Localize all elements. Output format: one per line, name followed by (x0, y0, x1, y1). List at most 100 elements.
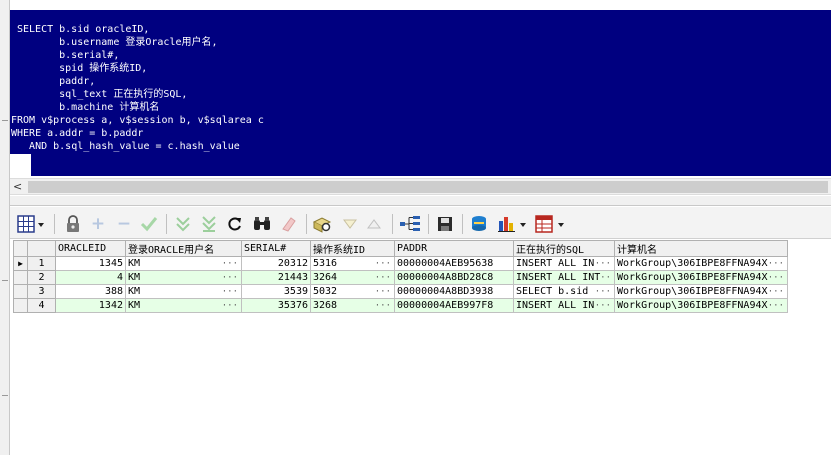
table-row[interactable]: 3 388 KM ··· 3539 5032 ··· 00000004A8BD393… (13, 284, 788, 299)
cell-spid-value: 3264 (313, 271, 338, 283)
cell-machine-value: WorkGroup\306IBPE8FFNA94X (617, 257, 768, 269)
cell-paddr[interactable]: 00000004A8BD3938 (394, 284, 514, 299)
scroll-left-button[interactable]: < (13, 180, 25, 194)
fetch-next-page-button[interactable] (172, 213, 194, 235)
cell-serial[interactable]: 35376 (241, 298, 311, 313)
cell-oracleid[interactable]: 4 (55, 270, 126, 285)
cell-oracleid[interactable]: 1345 (55, 256, 126, 271)
toolbar-separator (54, 214, 55, 234)
table-row[interactable]: 4 1342 KM ··· 35376 3268 ··· 00000004AEB99… (13, 298, 788, 313)
cell-edit-ellipsis[interactable]: ··· (595, 272, 611, 284)
table-row[interactable]: 2 4 KM ··· 21443 3264 ··· 00000004A8BD28C8… (13, 270, 788, 285)
cell-username-value: KM (128, 285, 141, 297)
cell-edit-ellipsis[interactable]: ··· (595, 258, 611, 270)
column-header-oracleid[interactable]: ORACLEID (55, 240, 126, 257)
cell-spid[interactable]: 5316 ··· (310, 256, 395, 271)
post-changes-button[interactable] (138, 213, 160, 235)
lock-icon (67, 215, 79, 232)
find-button[interactable] (250, 213, 274, 235)
cell-username[interactable]: KM ··· (125, 270, 242, 285)
sql-line: b.username 登录Oracle用户名, (17, 37, 218, 48)
cell-edit-ellipsis[interactable]: ··· (768, 286, 784, 298)
cell-spid[interactable]: 3268 ··· (310, 298, 395, 313)
cell-edit-ellipsis[interactable]: ··· (768, 272, 784, 284)
cell-paddr[interactable]: 00000004AEB95638 (394, 256, 514, 271)
chart-icon (498, 217, 526, 232)
cell-username[interactable]: KM ··· (125, 298, 242, 313)
cell-oracleid[interactable]: 388 (55, 284, 126, 299)
cell-machine[interactable]: WorkGroup\306IBPE8FFNA94X ··· (614, 256, 788, 271)
cell-sql-text[interactable]: SELECT b.sid ··· (513, 284, 615, 299)
cell-paddr[interactable]: 00000004AEB997F8 (394, 298, 514, 313)
column-header-spid[interactable]: 操作系统ID (310, 240, 395, 257)
sort-descending-button[interactable] (340, 213, 360, 235)
cell-paddr[interactable]: 00000004A8BD28C8 (394, 270, 514, 285)
cell-sql-text[interactable]: INSERT ALL IN ··· (513, 298, 615, 313)
find-icon (254, 217, 270, 230)
current-row-indicator: ▶ (13, 256, 28, 271)
sql-editor[interactable]: SELECT b.sid oracleID, b.username 登录Orac… (10, 10, 831, 178)
cell-edit-ellipsis[interactable]: ··· (595, 300, 611, 312)
fetch-all-button[interactable] (198, 213, 220, 235)
column-header-paddr[interactable]: PADDR (394, 240, 514, 257)
cell-username[interactable]: KM ··· (125, 256, 242, 271)
refresh-button[interactable] (224, 213, 246, 235)
export-button[interactable] (468, 213, 490, 235)
cell-edit-ellipsis[interactable]: ··· (222, 258, 238, 270)
cell-serial[interactable]: 3539 (241, 284, 311, 299)
cell-spid[interactable]: 5032 ··· (310, 284, 395, 299)
query-by-example-button[interactable] (310, 213, 334, 235)
row-number[interactable]: 1 (27, 256, 56, 271)
table-row[interactable]: ▶ 1 1345 KM ··· 20312 5316 ··· 00000004AEB… (13, 256, 788, 271)
cell-sql-text-value: INSERT ALL IN (516, 299, 595, 311)
toolbar-separator (392, 214, 393, 234)
scrollbar-thumb[interactable] (28, 181, 828, 193)
cell-serial[interactable]: 20312 (241, 256, 311, 271)
column-header-serial[interactable]: SERIAL# (241, 240, 311, 257)
cell-username[interactable]: KM ··· (125, 284, 242, 299)
save-button[interactable] (434, 213, 456, 235)
cell-sql-text-value: INSERT ALL IN (516, 257, 595, 269)
chart-button[interactable] (496, 213, 530, 235)
cell-sql-text[interactable]: INSERT ALL INT ··· (513, 270, 615, 285)
pane-splitter[interactable] (10, 196, 831, 206)
tree-view-button[interactable] (398, 213, 422, 235)
cell-edit-ellipsis[interactable]: ··· (595, 286, 611, 298)
sql-line: AND b.sql_hash_value = c.hash_value (11, 141, 240, 152)
row-number[interactable]: 4 (27, 298, 56, 313)
fetch-all-icon (202, 216, 216, 232)
table-options-button[interactable] (534, 213, 568, 235)
cell-serial[interactable]: 21443 (241, 270, 311, 285)
cell-edit-ellipsis[interactable]: ··· (375, 258, 391, 270)
row-indicator (13, 270, 28, 285)
text-selection-tail (31, 154, 831, 176)
cell-edit-ellipsis[interactable]: ··· (768, 300, 784, 312)
cell-edit-ellipsis[interactable]: ··· (375, 300, 391, 312)
row-number[interactable]: 3 (27, 284, 56, 299)
cell-oracleid[interactable]: 1342 (55, 298, 126, 313)
cell-edit-ellipsis[interactable]: ··· (375, 286, 391, 298)
cell-edit-ellipsis[interactable]: ··· (222, 300, 238, 312)
column-header-sql-text[interactable]: 正在执行的SQL (513, 240, 615, 257)
cell-machine[interactable]: WorkGroup\306IBPE8FFNA94X ··· (614, 270, 788, 285)
column-header-machine[interactable]: 计算机名 (614, 240, 788, 257)
clear-button[interactable] (278, 213, 300, 235)
cell-sql-text[interactable]: INSERT ALL IN ··· (513, 256, 615, 271)
result-grid[interactable]: ORACLEID 登录ORACLE用户名 SERIAL# 操作系统ID PADD… (13, 240, 788, 313)
cell-edit-ellipsis[interactable]: ··· (375, 272, 391, 284)
lock-button[interactable] (62, 213, 84, 235)
sort-ascending-button[interactable] (364, 213, 384, 235)
cell-machine[interactable]: WorkGroup\306IBPE8FFNA94X ··· (614, 298, 788, 313)
delete-record-button[interactable]: − (114, 213, 134, 235)
clear-icon (282, 217, 296, 232)
column-header-username[interactable]: 登录ORACLE用户名 (125, 240, 242, 257)
grid-view-button[interactable] (16, 213, 48, 235)
cell-edit-ellipsis[interactable]: ··· (222, 272, 238, 284)
editor-horizontal-scrollbar[interactable]: < (10, 178, 831, 195)
add-record-button[interactable]: + (88, 213, 108, 235)
cell-edit-ellipsis[interactable]: ··· (768, 258, 784, 270)
cell-edit-ellipsis[interactable]: ··· (222, 286, 238, 298)
cell-machine[interactable]: WorkGroup\306IBPE8FFNA94X ··· (614, 284, 788, 299)
cell-spid[interactable]: 3264 ··· (310, 270, 395, 285)
row-number[interactable]: 2 (27, 270, 56, 285)
